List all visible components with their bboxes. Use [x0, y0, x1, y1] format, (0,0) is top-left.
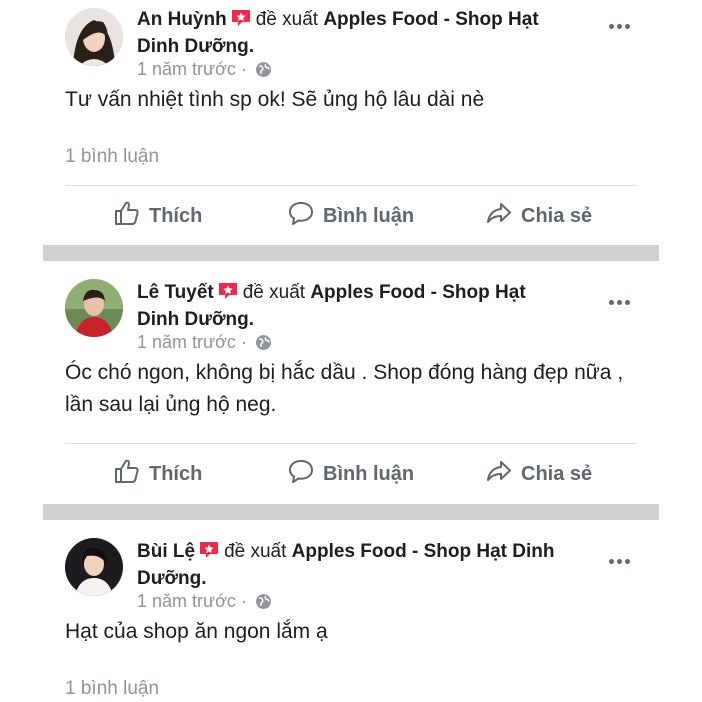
public-globe-icon: [255, 61, 272, 83]
review-text: Tư vấn nhiệt tình sp ok! Sẽ ủng hộ lâu d…: [65, 88, 485, 111]
author-name[interactable]: Bùi Lệ: [137, 541, 195, 562]
share-label: Chia sẻ: [521, 462, 593, 485]
post-separator: [43, 504, 659, 520]
more-options-icon[interactable]: [609, 551, 633, 569]
thumbs-up-icon: [113, 199, 149, 233]
share-arrow-icon: [485, 457, 521, 491]
post-time[interactable]: 1 năm trước: [137, 59, 236, 79]
divider: [65, 443, 637, 444]
avatar[interactable]: [65, 279, 123, 337]
avatar[interactable]: [65, 8, 123, 66]
recommend-verb: đề xuất: [242, 282, 306, 303]
comment-count[interactable]: 1 bình luận: [65, 678, 159, 700]
more-options-icon[interactable]: [609, 16, 633, 34]
recommend-badge-icon: [230, 8, 252, 35]
post-separator: [43, 245, 659, 261]
public-globe-icon: [255, 334, 272, 356]
review-text: Hạt của shop ăn ngon lắm ạ: [65, 620, 328, 643]
review-post: Bùi Lệ đề xuất Apples Food - Shop Hạt Din…: [43, 520, 659, 702]
post-meta: 1 năm trước ·: [137, 590, 272, 615]
like-label: Thích: [149, 204, 203, 227]
comment-label: Bình luận: [323, 462, 415, 485]
post-meta: 1 năm trước ·: [137, 331, 272, 356]
avatar-photo: [65, 538, 123, 596]
review-post: An Huỳnh đề xuất Apples Food - Shop Hạt D…: [43, 0, 659, 245]
post-meta: 1 năm trước ·: [137, 58, 272, 83]
share-button[interactable]: Chia sẻ: [485, 196, 592, 236]
comment-button[interactable]: Bình luận: [287, 196, 414, 236]
avatar[interactable]: [65, 538, 123, 596]
more-options-icon[interactable]: [609, 292, 633, 310]
share-button[interactable]: Chia sẻ: [485, 454, 592, 494]
action-bar: Thích Bình luận Chia sẻ: [43, 454, 659, 494]
recommend-badge-icon: [198, 540, 220, 567]
recommend-badge-icon: [217, 281, 239, 308]
like-button[interactable]: Thích: [113, 196, 202, 236]
divider: [65, 185, 637, 186]
comment-button[interactable]: Bình luận: [287, 454, 414, 494]
recommend-verb: đề xuất: [224, 541, 287, 562]
post-header: Bùi Lệ đề xuất Apples Food - Shop Hạt Din…: [137, 540, 572, 591]
post-time[interactable]: 1 năm trước: [137, 332, 236, 352]
comment-label: Bình luận: [323, 204, 415, 227]
avatar-photo: [65, 8, 123, 66]
comment-count[interactable]: 1 bình luận: [65, 146, 159, 168]
share-label: Chia sẻ: [521, 204, 593, 227]
public-globe-icon: [255, 593, 272, 615]
avatar-photo: [65, 279, 123, 337]
action-bar: Thích Bình luận Chia sẻ: [43, 196, 659, 236]
author-name[interactable]: Lê Tuyết: [137, 282, 214, 303]
review-post: Lê Tuyết đề xuất Apples Food - Shop Hạt D…: [43, 261, 659, 504]
share-arrow-icon: [485, 199, 521, 233]
comment-bubble-icon: [287, 199, 323, 233]
recommend-verb: đề xuất: [255, 9, 319, 30]
like-button[interactable]: Thích: [113, 454, 202, 494]
comment-bubble-icon: [287, 457, 323, 491]
post-time[interactable]: 1 năm trước: [137, 591, 236, 611]
like-label: Thích: [149, 462, 203, 485]
thumbs-up-icon: [113, 457, 149, 491]
post-header: An Huỳnh đề xuất Apples Food - Shop Hạt D…: [137, 8, 572, 59]
review-text: Óc chó ngon, không bị hắc dầu . Shop đón…: [65, 361, 624, 416]
author-name[interactable]: An Huỳnh: [137, 9, 227, 30]
post-header: Lê Tuyết đề xuất Apples Food - Shop Hạt D…: [137, 281, 572, 332]
